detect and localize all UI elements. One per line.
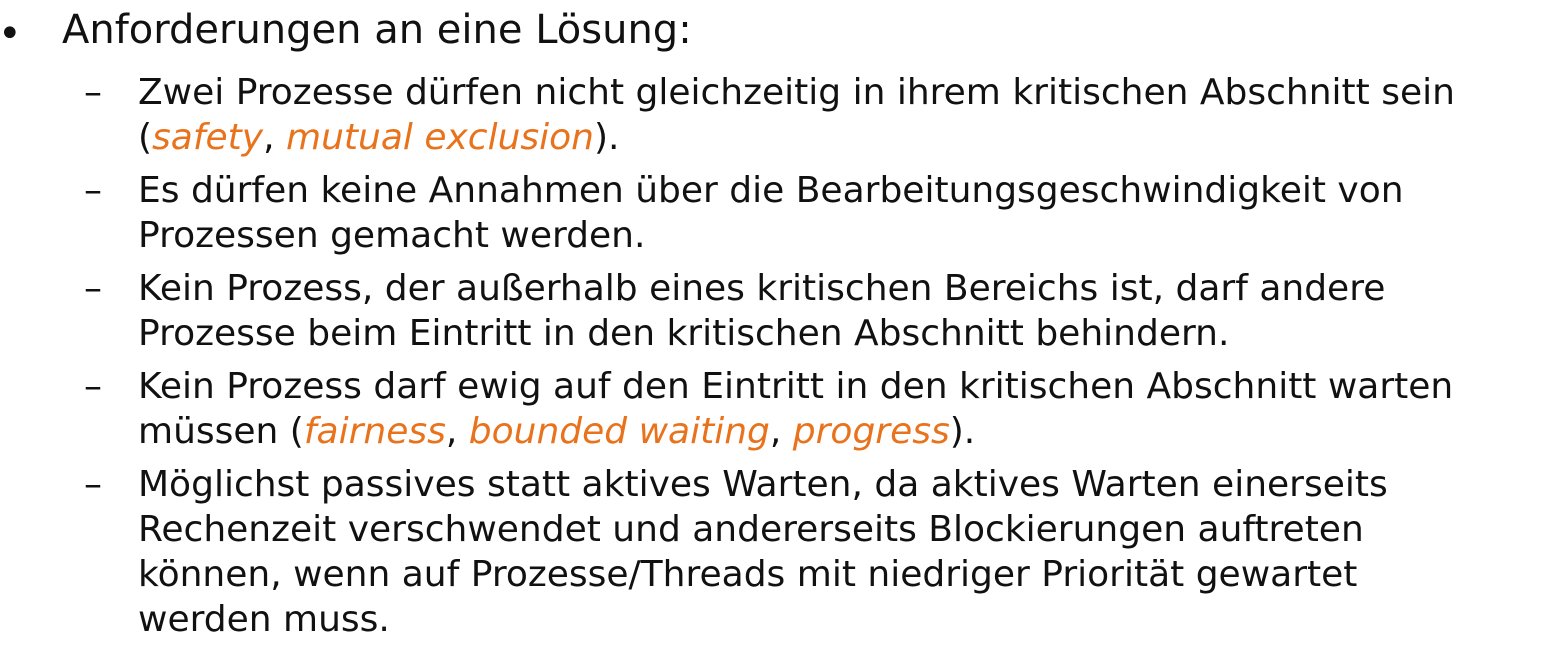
item-line: Rechenzeit verschwendet und andererseits… [138, 509, 1364, 550]
highlight-term: mutual exclusion [286, 117, 594, 158]
item-line: Es dürfen keine Annahmen über die Bearbe… [138, 170, 1404, 211]
item-line: werden muss. [138, 599, 390, 640]
item-line: Prozesse beim Eintritt in den kritischen… [138, 313, 1230, 354]
text-fragment: , [769, 411, 793, 452]
list-item-safety: – Zwei Prozesse dürfen nicht gleichzeiti… [82, 70, 1552, 160]
slide-heading: Anforderungen an eine Lösung: [62, 7, 692, 53]
item-dash: – [84, 268, 102, 309]
slide: • Anforderungen an eine Lösung: – Zwei P… [0, 0, 1562, 651]
item-line: Möglichst passives statt aktives Warten,… [138, 464, 1388, 505]
highlight-term: safety [152, 117, 264, 158]
list-item-no-blocking: – Kein Prozess, der außerhalb eines krit… [82, 266, 1552, 356]
item-dash: – [84, 366, 102, 407]
highlight-term: progress [792, 411, 950, 452]
heading-bullet: • [0, 11, 22, 57]
text-fragment: ( [138, 117, 153, 158]
item-line: Kein Prozess, der außerhalb eines kritis… [138, 268, 1386, 309]
item-line: Kein Prozess darf ewig auf den Eintritt … [138, 366, 1454, 407]
item-line: Zwei Prozesse dürfen nicht gleichzeitig … [138, 72, 1455, 113]
text-fragment: , [263, 117, 286, 158]
requirements-list: – Zwei Prozesse dürfen nicht gleichzeiti… [82, 70, 1552, 650]
item-line: können, wenn auf Prozesse/Threads mit ni… [138, 554, 1358, 595]
item-line: müssen (fairness, bounded waiting, progr… [138, 409, 1552, 454]
highlight-term: fairness [303, 411, 446, 452]
text-fragment: , [445, 411, 469, 452]
text-fragment: ). [594, 117, 620, 158]
item-dash: – [84, 464, 102, 505]
list-item-passive-waiting: – Möglichst passives statt aktives Warte… [82, 462, 1552, 642]
text-fragment: müssen ( [138, 411, 304, 452]
text-fragment: ). [949, 411, 976, 452]
highlight-term: bounded waiting [468, 411, 770, 452]
item-dash: – [84, 72, 102, 113]
item-line: (safety, mutual exclusion). [138, 115, 1552, 160]
list-item-fairness: – Kein Prozess darf ewig auf den Eintrit… [82, 364, 1552, 454]
item-line: Prozessen gemacht werden. [138, 215, 646, 256]
item-dash: – [84, 170, 102, 211]
list-item-speed: – Es dürfen keine Annahmen über die Bear… [82, 168, 1552, 258]
